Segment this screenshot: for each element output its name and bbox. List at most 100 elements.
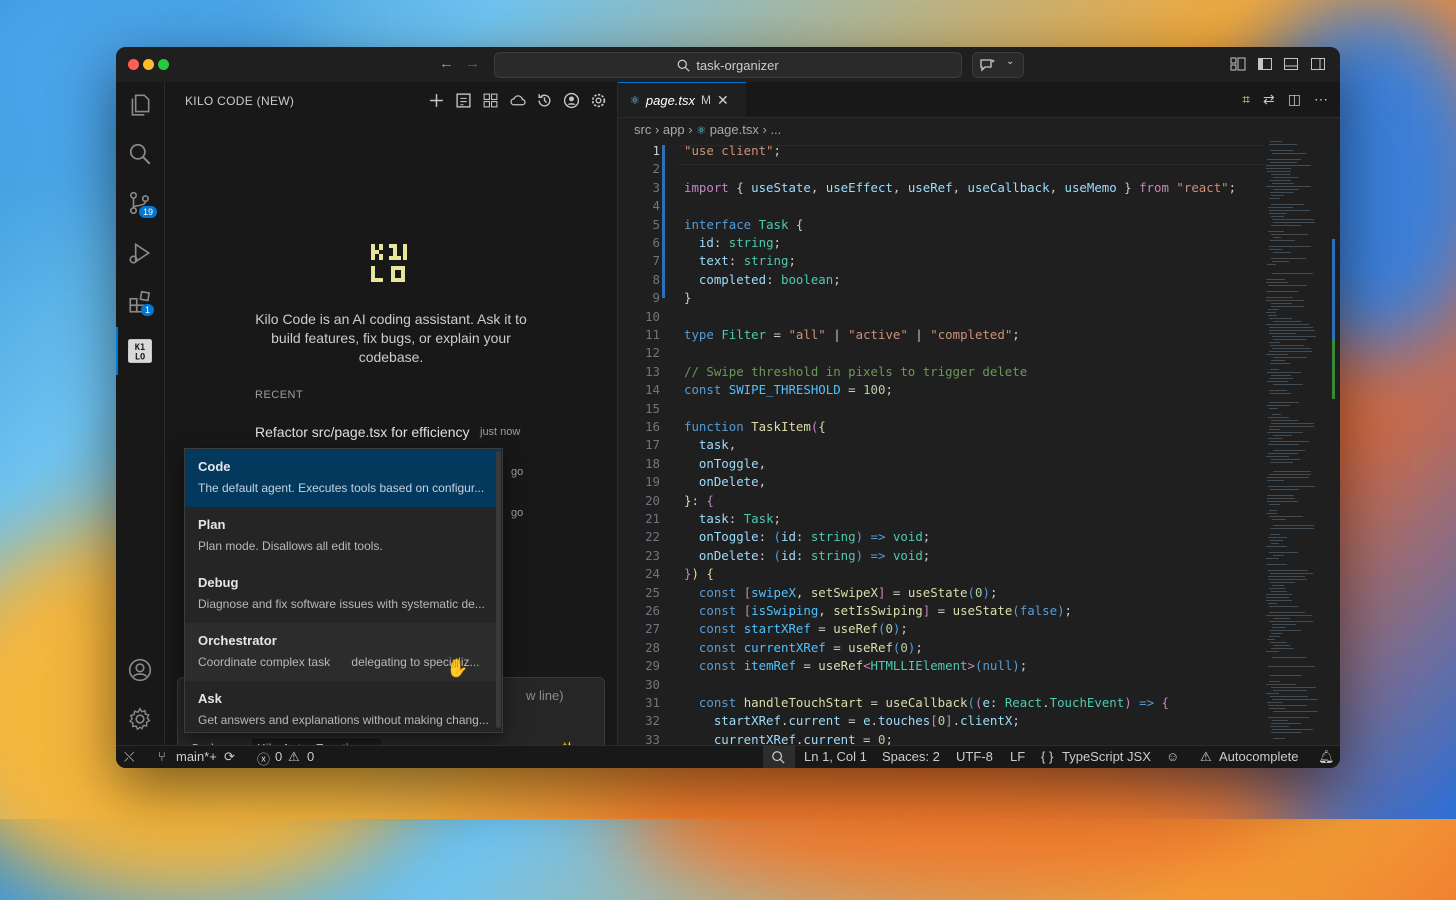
breadcrumb-item[interactable]: ... — [770, 122, 781, 137]
code-line[interactable]: 8 completed: boolean; — [618, 272, 1264, 290]
profile-icon[interactable] — [563, 92, 580, 109]
mode-option-desc-start: Coordinate complex task — [198, 655, 331, 669]
autocomplete-status[interactable]: Autocomplete — [1219, 749, 1299, 764]
minimize-window-button[interactable] — [143, 59, 154, 70]
editor-scrollbar[interactable] — [1330, 139, 1340, 746]
close-icon[interactable]: ✕ — [717, 92, 729, 109]
code-line[interactable]: 13 // Swipe threshold in pixels to trigge… — [618, 364, 1264, 382]
minimap-line — [1272, 219, 1314, 220]
branch-name[interactable]: main*+ — [176, 749, 217, 764]
minimap-line — [1269, 246, 1311, 247]
minimap[interactable] — [1262, 139, 1326, 746]
language-mode[interactable]: TypeScript JSX — [1062, 749, 1151, 764]
breadcrumb-item[interactable]: src — [634, 122, 651, 137]
back-arrow-icon[interactable]: ← — [439, 55, 454, 72]
search-icon[interactable] — [127, 141, 153, 167]
toggle-secondary-sidebar-icon[interactable] — [1310, 56, 1326, 72]
code-line[interactable]: 18 onToggle, — [618, 456, 1264, 474]
code-line[interactable]: 20}: { — [618, 493, 1264, 511]
code-line[interactable]: 16 function TaskItem({ — [618, 419, 1264, 437]
mode-option-plan[interactable]: Plan Plan mode. Disallows all edit tools… — [185, 507, 501, 565]
code-text: text: string; — [698, 253, 796, 269]
minimap-line — [1272, 414, 1281, 415]
forward-arrow-icon[interactable]: → — [465, 55, 480, 72]
code-line[interactable]: 25 const [swipeX, setSwipeX] = useState(… — [618, 585, 1264, 603]
copilot-chat-button[interactable]: ⌄ — [972, 52, 1024, 78]
account-icon[interactable] — [127, 657, 153, 683]
code-line[interactable]: 19 onDelete, — [618, 474, 1264, 492]
error-count[interactable]: 0 — [275, 749, 282, 764]
tab-page-tsx[interactable]: ⚛ page.tsx M ✕ — [618, 82, 746, 117]
end-of-line[interactable]: LF — [1010, 749, 1025, 764]
toggle-panel-icon[interactable] — [1283, 56, 1299, 72]
toggle-primary-sidebar-icon[interactable] — [1257, 56, 1273, 72]
minimap-line — [1272, 657, 1306, 658]
new-window-icon[interactable] — [455, 92, 472, 109]
plus-icon[interactable] — [428, 92, 445, 109]
code-line[interactable]: 2 — [618, 161, 1264, 179]
minimap-line — [1270, 363, 1290, 364]
command-center-search[interactable]: task-organizer — [494, 52, 962, 78]
code-line[interactable]: 15 — [618, 401, 1264, 419]
more-actions-icon[interactable]: ⋯ — [1314, 91, 1328, 108]
recent-task-title[interactable]: Refactor src/page.tsx for efficiency — [255, 424, 470, 440]
code-line[interactable]: 4 — [618, 198, 1264, 216]
minimap-line — [1270, 162, 1297, 163]
code-line[interactable]: 17 task, — [618, 437, 1264, 455]
code-line[interactable]: 5 interface Task { — [618, 217, 1264, 235]
kilo-action-icon[interactable]: ⌗ — [1242, 91, 1250, 108]
warning-count[interactable]: 0 — [307, 749, 314, 764]
split-editor-icon[interactable]: ◫ — [1288, 91, 1301, 108]
dropdown-scrollbar[interactable] — [496, 451, 501, 728]
marketplace-icon[interactable] — [482, 92, 499, 109]
code-line[interactable]: 6 id: string; — [618, 235, 1264, 253]
close-window-button[interactable] — [128, 59, 139, 70]
sync-icon[interactable]: ⟳ — [224, 749, 235, 765]
code-line[interactable]: 1 "use client"; — [618, 143, 1264, 161]
code-line[interactable]: 30 — [618, 677, 1264, 695]
code-line[interactable]: 14 const SWIPE_THRESHOLD = 100; — [618, 382, 1264, 400]
breadcrumb-item[interactable]: page.tsx — [710, 122, 759, 137]
line-number: 18 — [645, 455, 660, 471]
customize-layout-icon[interactable] — [1230, 56, 1246, 72]
code-line[interactable]: 21 task: Task; — [618, 511, 1264, 529]
run-debug-icon[interactable] — [127, 240, 153, 266]
code-line[interactable]: 9} — [618, 290, 1264, 308]
code-line[interactable]: 27 const startXRef = useRef(0); — [618, 621, 1264, 639]
gear-icon[interactable] — [590, 92, 607, 109]
files-icon[interactable] — [127, 92, 153, 118]
code-line[interactable]: 11 type Filter = "all" | "active" | "comp… — [618, 327, 1264, 345]
encoding[interactable]: UTF-8 — [956, 749, 993, 764]
code-line[interactable]: 31 const handleTouchStart = useCallback(… — [618, 695, 1264, 713]
code-line[interactable]: 28 const currentXRef = useRef(0); — [618, 640, 1264, 658]
code-line[interactable]: 10 — [618, 309, 1264, 327]
cursor-position[interactable]: Ln 1, Col 1 — [804, 749, 867, 764]
minimap-line — [1269, 351, 1312, 352]
mode-option-ask[interactable]: Ask Get answers and explanations without… — [185, 681, 501, 739]
remote-icon[interactable]: ⤬ — [124, 749, 134, 765]
minimap-line — [1271, 174, 1290, 175]
code-line[interactable]: 12 — [618, 345, 1264, 363]
code-line[interactable]: 29 const itemRef = useRef<HTMLLIElement>… — [618, 658, 1264, 676]
code-line[interactable]: 26 const [isSwiping, setIsSwiping] = use… — [618, 603, 1264, 621]
code-line[interactable]: 7 text: string; — [618, 253, 1264, 271]
indentation[interactable]: Spaces: 2 — [882, 749, 940, 764]
compare-changes-icon[interactable]: ⇄ — [1263, 91, 1275, 108]
mode-option-code[interactable]: Code The default agent. Executes tools b… — [185, 449, 501, 507]
kilo-icon[interactable]: K1LO — [127, 338, 153, 364]
history-icon[interactable] — [536, 92, 553, 109]
minimap-line — [1268, 537, 1287, 538]
mode-option-debug[interactable]: Debug Diagnose and fix software issues w… — [185, 565, 501, 623]
cloud-icon[interactable] — [509, 92, 526, 109]
code-line[interactable]: 22 onToggle: (id: string) => void; — [618, 529, 1264, 547]
notifications-bell-icon[interactable]: 🔔︎ — [1318, 749, 1335, 765]
code-line[interactable]: 32 startXRef.current = e.touches[0].clie… — [618, 713, 1264, 731]
copilot-icon[interactable]: ☺ — [1166, 749, 1179, 764]
code-line[interactable]: 23 onDelete: (id: string) => void; — [618, 548, 1264, 566]
zoom-window-button[interactable] — [158, 59, 169, 70]
code-line[interactable]: 24}) { — [618, 566, 1264, 584]
code-line[interactable]: 3 import { useState, useEffect, useRef, u… — [618, 180, 1264, 198]
settings-gear-icon[interactable] — [127, 706, 153, 732]
breadcrumb-item[interactable]: app — [663, 122, 685, 137]
minimap-line — [1269, 681, 1280, 682]
